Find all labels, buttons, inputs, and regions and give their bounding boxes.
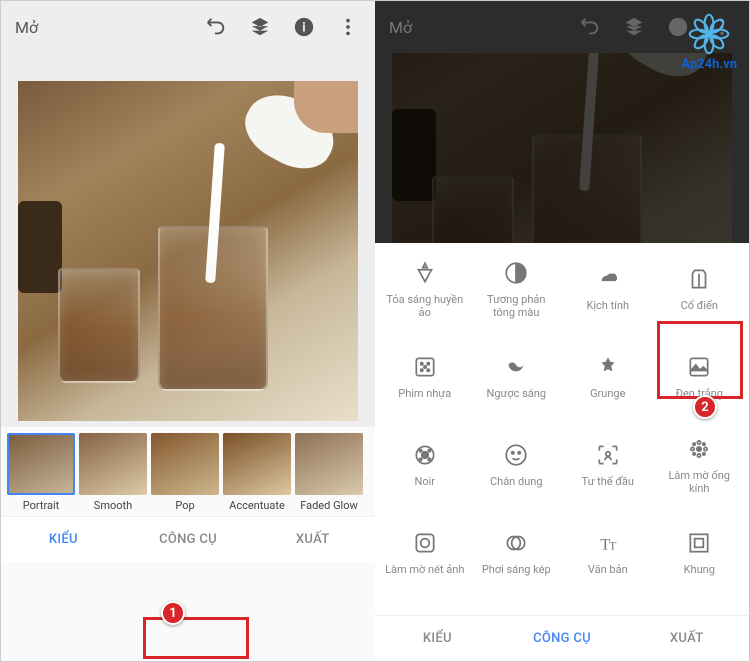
tool-grid: Tỏa sáng huyền ảo Tương phản tông màu Kị…	[375, 243, 749, 601]
look-thumb	[223, 433, 291, 495]
tool-grunge[interactable]: Grunge	[562, 333, 654, 421]
tool-tonal-contrast[interactable]: Tương phản tông màu	[471, 245, 563, 333]
tool-vintage[interactable]: Cổ điển	[654, 245, 746, 333]
tonal-icon	[502, 259, 530, 287]
svg-text:i: i	[302, 21, 305, 36]
open-button[interactable]: Mở	[15, 18, 38, 37]
edited-photo	[18, 81, 358, 421]
tool-label: Phơi sáng kép	[482, 563, 551, 576]
tool-head-pose[interactable]: Tư thế đầu	[562, 421, 654, 509]
tool-retrolux[interactable]: Ngược sáng	[471, 333, 563, 421]
frame-icon	[685, 529, 713, 557]
tool-label: Tư thế đầu	[582, 475, 634, 488]
tab-tools[interactable]: CÔNG CỤ	[500, 616, 625, 661]
screen-right: Mở Tỏa sáng huyền ảo	[375, 1, 749, 661]
tool-drama[interactable]: Kịch tính	[562, 245, 654, 333]
grainy-icon	[411, 353, 439, 381]
lensblur-icon	[685, 435, 713, 463]
look-thumb	[151, 433, 219, 495]
headpose-icon	[594, 441, 622, 469]
look-item-smooth[interactable]: Smooth	[79, 433, 147, 512]
undo-icon[interactable]	[577, 14, 603, 40]
look-thumb	[79, 433, 147, 495]
look-item-pop[interactable]: Pop	[151, 433, 219, 512]
tool-label: Noir	[414, 475, 435, 488]
retrolux-icon	[502, 353, 530, 381]
highlight-tools-tab	[143, 617, 249, 659]
look-label: Portrait	[7, 499, 75, 512]
watermark: Ap24h.vn	[681, 13, 737, 72]
tool-label: Văn bản	[588, 563, 628, 576]
tool-label: Grunge	[590, 387, 625, 400]
tool-glamour-glow[interactable]: Tỏa sáng huyền ảo	[379, 245, 471, 333]
tab-export[interactable]: XUẤT	[624, 616, 749, 661]
tool-label: Khung	[684, 563, 715, 576]
tool-vignette[interactable]: Làm mờ nét ảnh	[379, 509, 471, 597]
tab-looks[interactable]: KIỂU	[375, 616, 500, 661]
look-label: Accentuate	[223, 499, 291, 512]
tool-text[interactable]: TT Văn bản	[562, 509, 654, 597]
bottom-tabs: KIỂU CÔNG CỤ XUẤT	[375, 615, 749, 661]
photo-canvas[interactable]	[1, 53, 375, 427]
edited-photo	[392, 53, 732, 243]
grunge-icon	[594, 353, 622, 381]
portrait-icon	[502, 441, 530, 469]
tool-label: Chân dung	[490, 475, 543, 488]
info-icon[interactable]: i	[291, 14, 317, 40]
drama-icon	[594, 265, 622, 293]
look-label: Faded Glow	[295, 499, 363, 512]
tool-portrait[interactable]: Chân dung	[471, 421, 563, 509]
bottom-tabs: KIỂU CÔNG CỤ XUẤT	[1, 516, 375, 562]
look-item-accentuate[interactable]: Accentuate	[223, 433, 291, 512]
glamour-icon	[411, 259, 439, 287]
looks-strip: Portrait Smooth Pop Accentuate Faded Glo…	[1, 427, 375, 516]
tool-label: Phim nhựa	[398, 387, 451, 400]
look-thumb	[295, 433, 363, 495]
more-icon[interactable]	[335, 14, 361, 40]
topbar: Mở i	[1, 1, 375, 53]
watermark-text: Ap24h.vn	[681, 57, 737, 72]
svg-text:T: T	[609, 539, 617, 553]
tools-panel: Tỏa sáng huyền ảo Tương phản tông màu Kị…	[375, 243, 749, 615]
tool-label: Ngược sáng	[486, 387, 546, 400]
look-item-faded-glow[interactable]: Faded Glow	[295, 433, 363, 512]
tool-lens-blur[interactable]: Làm mờ ống kính	[654, 421, 746, 509]
tab-looks[interactable]: KIỂU	[1, 517, 126, 562]
tool-label: Tương phản tông màu	[476, 293, 556, 319]
vignette-icon	[411, 529, 439, 557]
tool-label: Làm mờ ống kính	[659, 469, 739, 495]
layers-icon[interactable]	[621, 14, 647, 40]
marker-1: 1	[161, 601, 185, 625]
undo-icon[interactable]	[203, 14, 229, 40]
look-label: Pop	[151, 499, 219, 512]
look-thumb	[7, 433, 75, 495]
tool-label: Cổ điển	[681, 299, 718, 312]
tool-label: Làm mờ nét ảnh	[385, 563, 464, 576]
text-icon: TT	[594, 529, 622, 557]
screen-left: Mở i Portrait Smooth	[1, 1, 375, 661]
open-button[interactable]: Mở	[389, 18, 412, 37]
tool-label: Tỏa sáng huyền ảo	[385, 293, 465, 319]
vintage-icon	[685, 265, 713, 293]
tool-noir[interactable]: Noir	[379, 421, 471, 509]
layers-icon[interactable]	[247, 14, 273, 40]
bw-icon	[685, 353, 713, 381]
tool-frame[interactable]: Khung	[654, 509, 746, 597]
tab-export[interactable]: XUẤT	[250, 517, 375, 562]
look-item-portrait[interactable]: Portrait	[7, 433, 75, 512]
marker-2: 2	[693, 395, 717, 419]
tab-tools[interactable]: CÔNG CỤ	[126, 517, 251, 562]
flower-icon	[688, 13, 730, 55]
tool-grainy-film[interactable]: Phim nhựa	[379, 333, 471, 421]
look-label: Smooth	[79, 499, 147, 512]
doubleexp-icon	[502, 529, 530, 557]
tool-label: Kịch tính	[586, 299, 629, 312]
photo-canvas-dimmed	[375, 53, 749, 243]
tool-double-exposure[interactable]: Phơi sáng kép	[471, 509, 563, 597]
noir-icon	[411, 441, 439, 469]
